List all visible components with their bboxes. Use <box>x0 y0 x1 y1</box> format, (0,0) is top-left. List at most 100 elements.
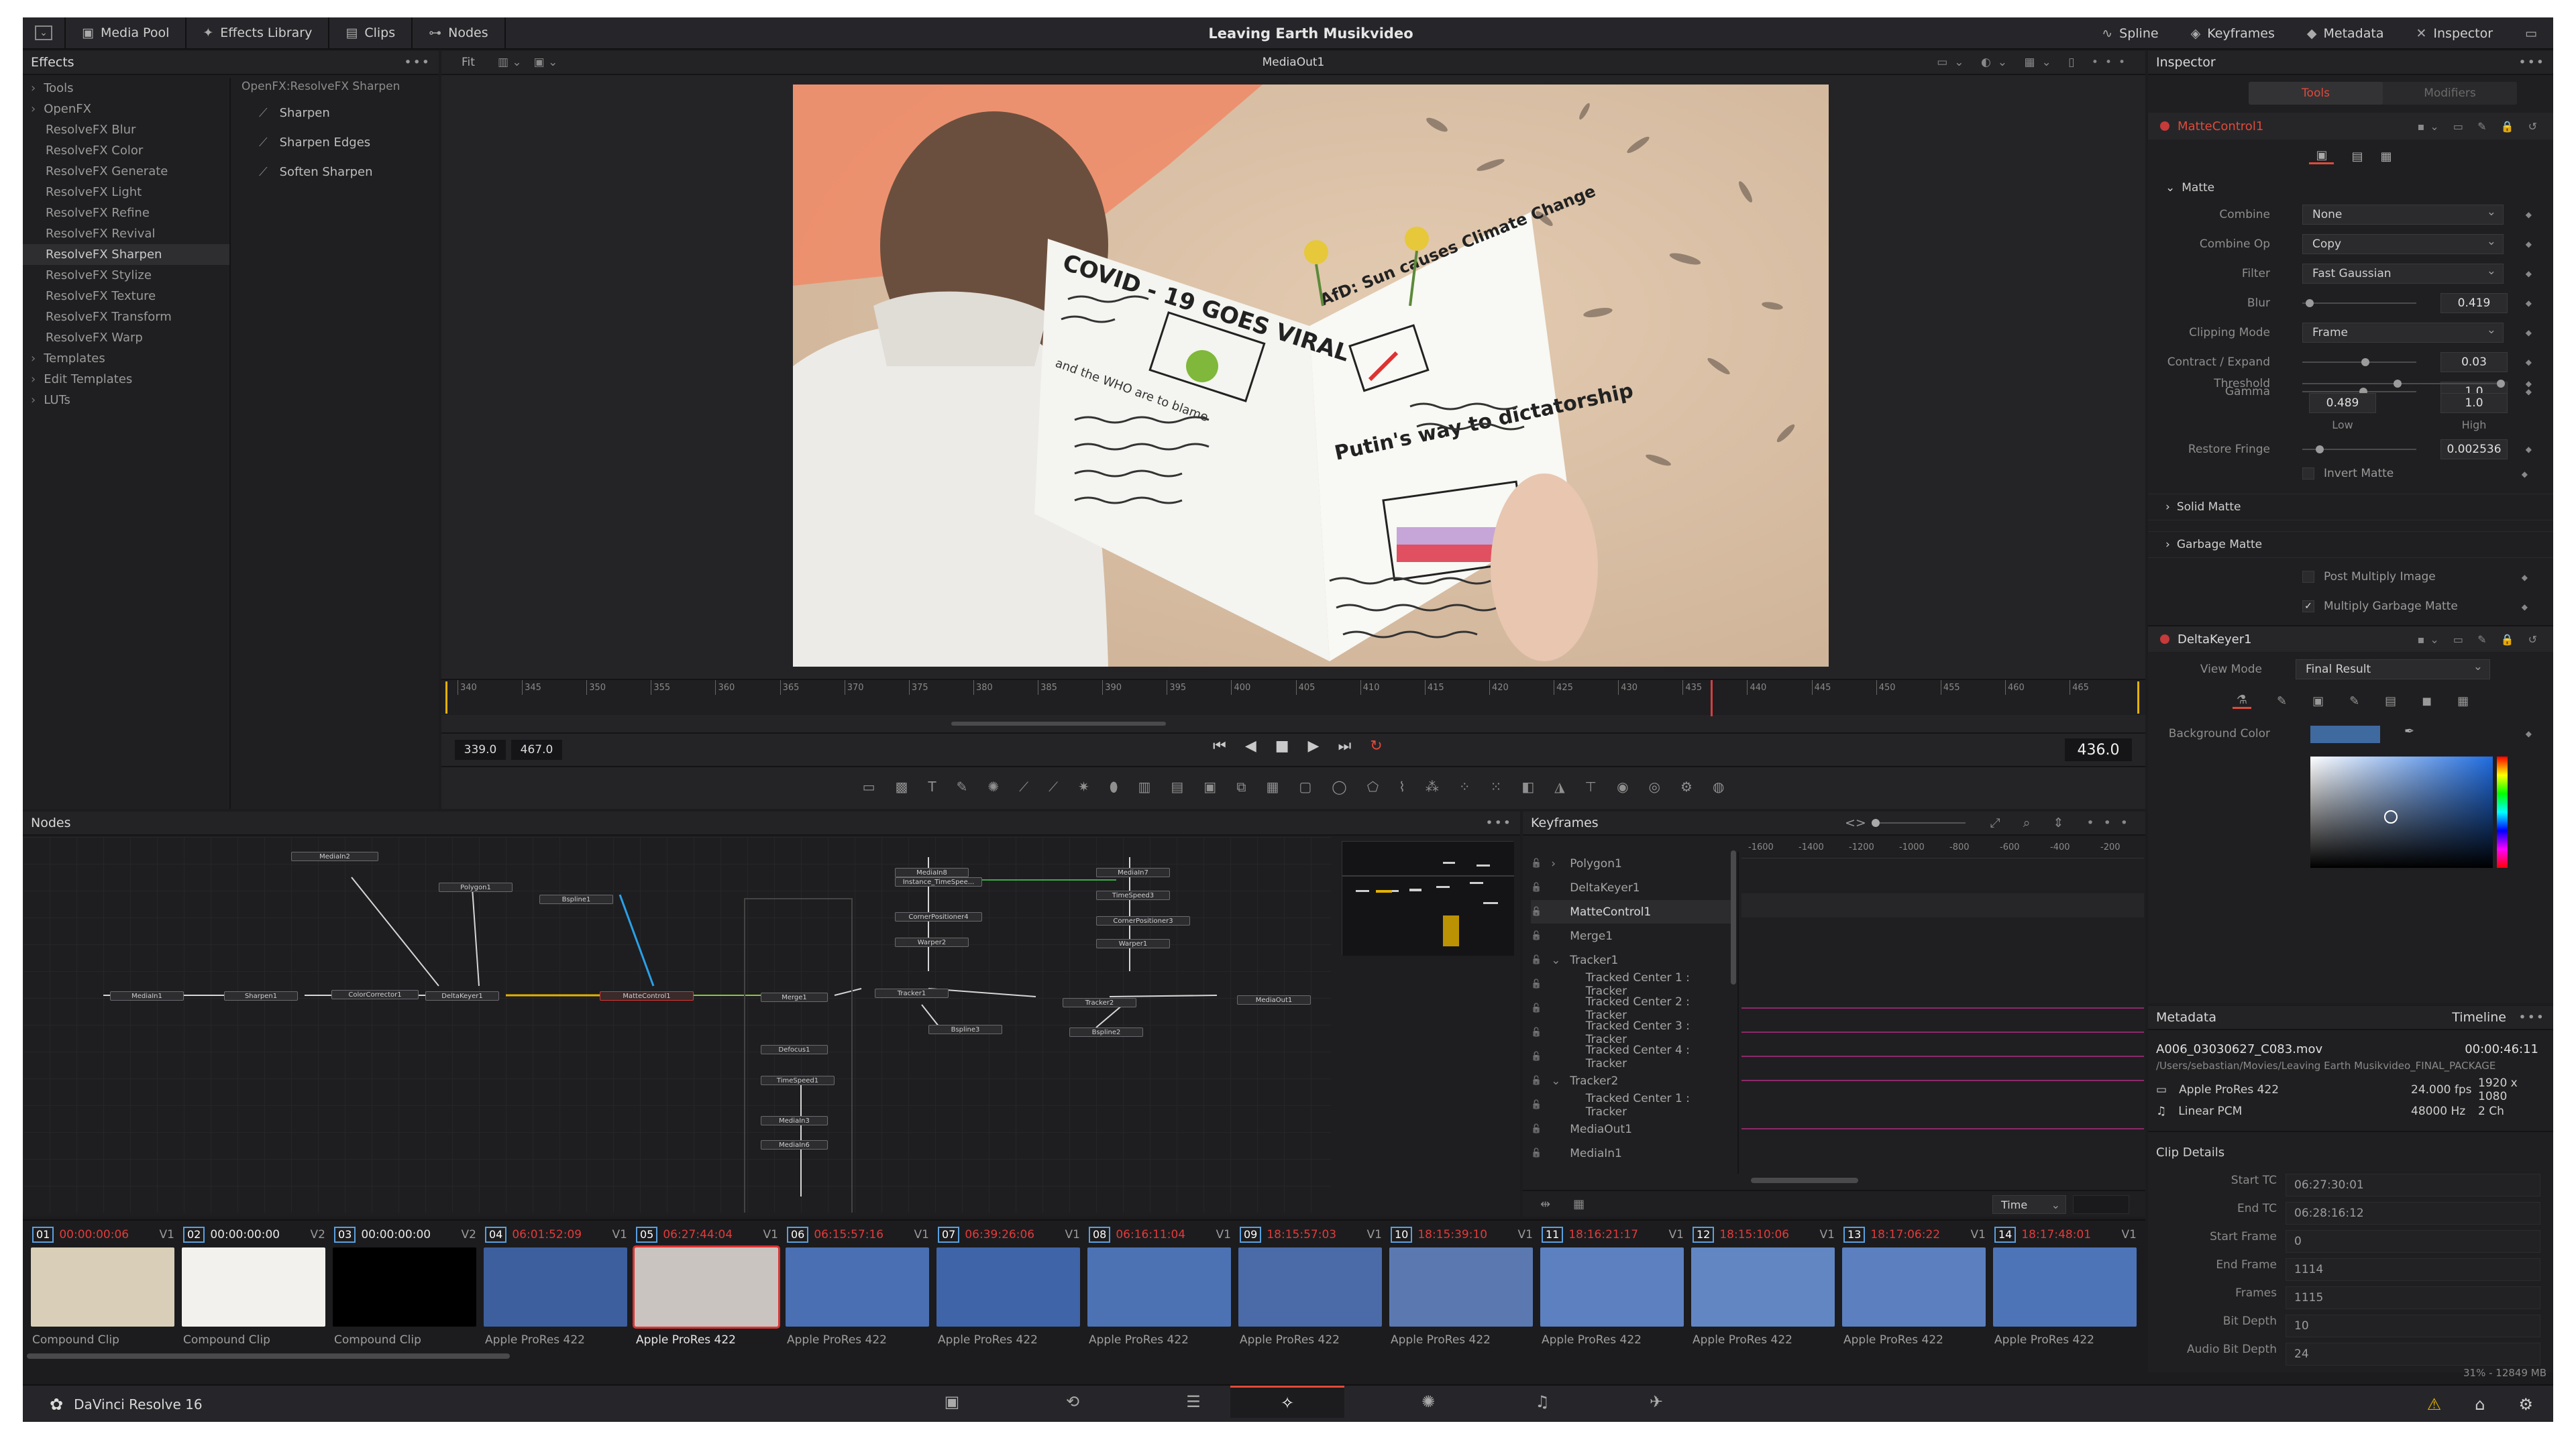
delta-keyer-header[interactable]: DeltaKeyer1 ▪⌄ ▭ ✎ 🔒 ↺ <box>2148 625 2553 652</box>
keyframes-tree-item[interactable]: 🔓 ⌄ Tracker1 <box>1531 948 1732 972</box>
clip-item[interactable]: 10 18:15:39:10 V1 Apple ProRes 422 <box>1385 1226 1533 1364</box>
metadata-field-value[interactable]: 1115 <box>2286 1286 2540 1309</box>
effects-tree-item[interactable]: ResolveFX Warp <box>23 327 229 348</box>
keyframes-tree-item[interactable]: 🔓 Tracked Center 4 : Tracker <box>1531 1044 1732 1070</box>
lock-icon[interactable]: 🔓 <box>1531 1076 1542 1086</box>
bspline-tool-icon[interactable]: ⟋ <box>1019 779 1028 795</box>
node-timespeed3[interactable]: TimeSpeed3 <box>1096 891 1170 900</box>
keyframes-tree-item[interactable]: 🔓 ⌄ Tracker2 <box>1531 1069 1732 1093</box>
matte-tool-icon[interactable]: ▣ <box>1203 779 1216 795</box>
checkmark-icon[interactable]: ✓ <box>2302 600 2314 612</box>
metadata-field-value[interactable]: 06:28:16:12 <box>2286 1202 2540 1225</box>
checkbox-icon[interactable] <box>2302 571 2314 583</box>
lock-icon[interactable]: 🔓 <box>1531 1100 1542 1110</box>
home-icon[interactable]: ⌂ <box>2475 1395 2485 1414</box>
keyframe-diamond-icon[interactable]: ◆ <box>2526 328 2532 337</box>
settings-tab-icon[interactable]: ▦ <box>2457 694 2469 708</box>
metadata-field-value[interactable]: 24 <box>2286 1343 2540 1366</box>
restore-fringe-field[interactable]: 0.002536 <box>2440 439 2508 459</box>
time-field[interactable] <box>2073 1195 2129 1214</box>
inspector-slider[interactable] <box>2302 299 2416 307</box>
effects-tree-item[interactable]: ResolveFX Texture <box>23 286 229 307</box>
node-polygon1[interactable]: Polygon1 <box>439 883 513 892</box>
node-mediain7[interactable]: MediaIn7 <box>1096 868 1170 877</box>
tab-modifiers[interactable]: Modifiers <box>2383 82 2517 105</box>
keyframe-diamond-icon[interactable]: ◆ <box>2526 445 2532 454</box>
media-page-icon[interactable]: ▣ <box>895 1386 1009 1418</box>
clip-thumbnail[interactable] <box>1842 1247 1986 1327</box>
color-page-icon[interactable]: ✺ <box>1371 1386 1485 1418</box>
effects-tree-item[interactable]: ResolveFX Transform <box>23 307 229 327</box>
effect-item[interactable]: ⟋ Sharpen <box>232 98 439 127</box>
particle-render-icon[interactable]: ⁘ <box>1459 779 1470 795</box>
time-mode-dropdown[interactable]: Time ⌄ <box>1992 1195 2066 1214</box>
fairlight-page-icon[interactable]: ♫ <box>1485 1386 1599 1418</box>
particle-style-icon[interactable]: ⁙ <box>1491 779 1502 795</box>
clip-thumbnail[interactable] <box>182 1247 325 1327</box>
zoom-knob[interactable] <box>1872 819 1880 827</box>
loop-icon[interactable]: ↻ <box>1370 738 1382 755</box>
warning-icon[interactable]: ⚠ <box>2427 1395 2442 1414</box>
clips-scrollbar[interactable] <box>27 1353 510 1359</box>
keyframes-tree-item[interactable]: 🔓 Tracked Center 1 : Tracker <box>1531 1092 1732 1119</box>
keyframes-tree-item[interactable]: 🔓 Tracked Center 2 : Tracker <box>1531 995 1732 1022</box>
clip-item[interactable]: 01 00:00:00:06 V1 Compound Clip <box>27 1226 174 1364</box>
checkbox-icon[interactable] <box>2302 467 2314 480</box>
node-enable-icon[interactable] <box>2160 634 2169 644</box>
node-header-icons[interactable]: ▪⌄ ▭ ✎ 🔒 ↺ <box>2418 633 2542 646</box>
node-warper1[interactable]: Warper1 <box>1096 939 1170 948</box>
3d-light-icon[interactable]: ◎ <box>1649 779 1660 795</box>
effects-library-button[interactable]: ✦ Effects Library <box>186 17 330 49</box>
clip-item[interactable]: 14 18:17:48:01 V1 Apple ProRes 422 <box>1989 1226 2137 1364</box>
3d-merge-icon[interactable]: ⊤ <box>1585 779 1597 795</box>
tuning-tab-icon[interactable]: ▤ <box>2385 694 2396 708</box>
go-to-end-icon[interactable]: ⏭ <box>1338 738 1351 755</box>
clip-thumbnail[interactable] <box>1993 1247 2137 1327</box>
metadata-field-value[interactable]: 0 <box>2286 1230 2540 1253</box>
settings-icon[interactable]: ⚙ <box>2518 1395 2533 1414</box>
fringe-tab-icon[interactable]: ✎ <box>2349 694 2359 708</box>
rect-mask-icon[interactable]: ▢ <box>1299 779 1311 795</box>
keyframes-tree-item[interactable]: 🔓 Tracked Center 1 : Tracker <box>1531 971 1732 998</box>
node-navigator[interactable] <box>1342 841 1514 956</box>
keyframe-diamond-icon[interactable]: ◆ <box>2526 729 2532 738</box>
zoom-fit-dropdown[interactable]: Fit <box>462 56 475 69</box>
clip-item[interactable]: 03 00:00:00:00 V2 Compound Clip <box>329 1226 476 1364</box>
clip-item[interactable]: 02 00:00:00:00 V2 Compound Clip <box>178 1226 325 1364</box>
viewer-timeline-ruler[interactable]: 340 345 350 355 360 365 370 375 380 385 390 395 400 4… <box>441 679 2145 716</box>
node-mediaout1[interactable]: MediaOut1 <box>1237 995 1311 1005</box>
3d-text-icon[interactable]: ◮ <box>1554 779 1564 795</box>
metadata-field-value[interactable]: 10 <box>2286 1315 2540 1337</box>
3d-image-icon[interactable]: ◍ <box>1713 779 1724 795</box>
node-timespeed1[interactable]: TimeSpeed1 <box>761 1076 835 1085</box>
lock-icon[interactable]: 🔓 <box>1531 883 1542 893</box>
node-mediain8[interactable]: MediaIn8 <box>895 868 969 877</box>
effect-item[interactable]: ⟋ Sharpen Edges <box>232 127 439 157</box>
clip-thumbnail[interactable] <box>31 1247 174 1327</box>
restore-fringe-knob[interactable] <box>2316 445 2324 453</box>
clip-thumbnail[interactable] <box>1691 1247 1835 1327</box>
node-tracker1[interactable]: Tracker1 <box>875 989 949 998</box>
clip-item[interactable]: 07 06:39:26:06 V1 Apple ProRes 422 <box>932 1226 1080 1364</box>
cut-page-icon[interactable]: ⟲ <box>1016 1386 1130 1418</box>
clip-item[interactable]: 12 18:15:10:06 V1 Apple ProRes 422 <box>1687 1226 1835 1364</box>
go-to-start-icon[interactable]: ⏮ <box>1213 738 1226 755</box>
inspector-dropdown[interactable]: Fast Gaussian <box>2302 264 2504 284</box>
view-options-icon[interactable]: ▥ ⌄ <box>498 56 522 69</box>
metadata-options-icon[interactable]: ••• <box>2518 1010 2545 1025</box>
keyframes-tree-item[interactable]: 🔓 Tracked Center 3 : Tracker <box>1531 1019 1732 1046</box>
playhead[interactable] <box>1711 680 1713 716</box>
node-mattecontrol1[interactable]: MatteControl1 <box>600 991 694 1001</box>
node-warper2[interactable]: Warper2 <box>895 938 969 947</box>
fit-arrows-icon[interactable]: <> <box>1845 816 1866 830</box>
clip-thumbnail[interactable] <box>1087 1247 1231 1327</box>
render-in-field[interactable]: 339.0 <box>455 740 506 760</box>
slider-knob[interactable] <box>2306 299 2314 307</box>
node-tracker2[interactable]: Tracker2 <box>1063 998 1136 1007</box>
threshold-high-knob[interactable] <box>2497 380 2505 388</box>
inspector-value-field[interactable]: 0.419 <box>2440 293 2508 313</box>
color-picker-cursor[interactable] <box>2384 810 2398 824</box>
matte-section[interactable]: ⌄ Matte <box>2148 174 2553 201</box>
color-picker-field[interactable] <box>2310 757 2493 868</box>
keyframe-diamond-icon[interactable]: ◆ <box>2522 602 2528 612</box>
